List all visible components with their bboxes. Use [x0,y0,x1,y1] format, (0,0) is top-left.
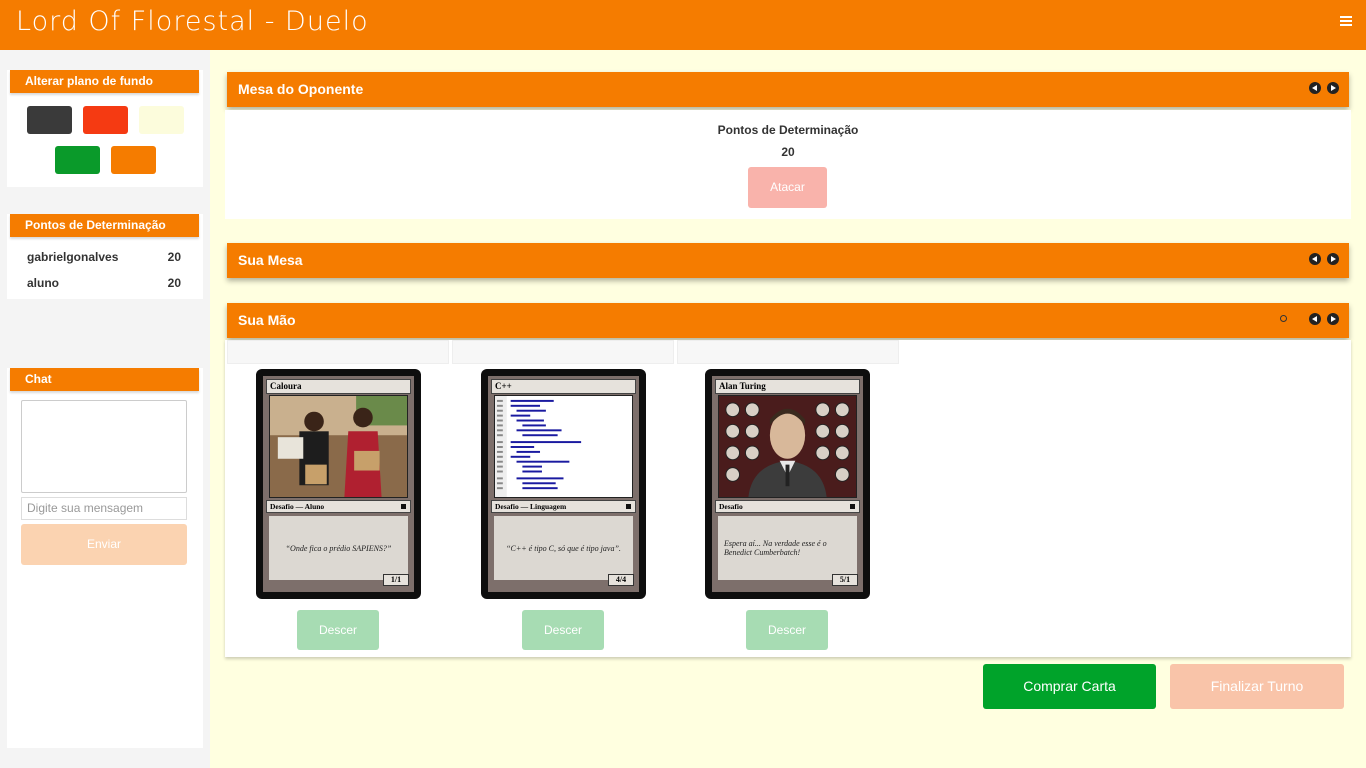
play-card-button[interactable]: Descer [522,610,604,650]
play-card-button[interactable]: Descer [746,610,828,650]
card-slot-header [452,340,674,364]
swatch-red[interactable] [83,106,128,134]
player-points: 20 [167,250,181,264]
prev-arrow-icon[interactable] [1309,82,1321,94]
card-name: C++ [491,379,636,394]
your-table-title: Sua Mesa [238,252,303,268]
play-card-button[interactable]: Descer [297,610,379,650]
opponent-table-header: Mesa do Oponente [227,72,1349,107]
card-text: Espera aí... Na verdade esse é o Benedic… [718,516,857,580]
card-power: 5/1 [832,574,858,586]
your-table-header: Sua Mesa [227,243,1349,278]
card-power: 1/1 [383,574,409,586]
card-type: Desafio — Linguagem [491,500,636,513]
end-turn-button[interactable]: Finalizar Turno [1170,664,1344,709]
card-art-image [494,395,633,498]
card-type: Desafio [715,500,860,513]
player-points: 20 [167,276,181,290]
swatch-orange[interactable] [111,146,156,174]
opponent-table-title: Mesa do Oponente [238,81,364,97]
background-panel-title: Alterar plano de fundo [10,70,199,93]
top-bar: Lord Of Florestal - Duelo [0,0,1366,50]
card-slot-header [677,340,899,364]
chat-panel-title: Chat [10,368,199,391]
opponent-points-value: 20 [781,145,795,159]
attack-button[interactable]: Atacar [748,167,827,208]
player-name: gabrielgonalves [27,250,119,264]
prev-arrow-icon[interactable] [1309,313,1321,325]
chat-messages[interactable] [21,400,187,493]
scores-panel-title: Pontos de Determinação [10,214,199,237]
card-type: Desafio — Aluno [266,500,411,513]
card-text: “Onde fica o prédio SAPIENS?” [269,516,408,580]
background-panel: Alterar plano de fundo [7,70,203,187]
swatch-cream[interactable] [139,106,184,134]
buy-card-button[interactable]: Comprar Carta [983,664,1156,709]
hand-body: Caloura Desafio — Aluno “Onde fica o pré… [225,340,1351,657]
chat-send-button[interactable]: Enviar [21,524,187,565]
card-art-image [718,395,857,498]
card-text: “C++ é tipo C, só que é tipo java”. [494,516,633,580]
sidebar: Alterar plano de fundo Pontos de Determi… [0,50,210,768]
menu-icon[interactable] [1340,16,1352,28]
score-row: aluno 20 [27,276,181,290]
card-art-image [269,395,408,498]
chat-message-input[interactable]: Digite sua mensagem [21,497,187,520]
next-arrow-icon[interactable] [1327,82,1339,94]
scores-panel: Pontos de Determinação gabrielgonalves 2… [7,214,203,299]
card-name: Alan Turing [715,379,860,394]
hand-title: Sua Mão [238,312,296,328]
card-slot-header [227,340,449,364]
swatch-green[interactable] [55,146,100,174]
prev-arrow-icon[interactable] [1309,253,1321,265]
hand-header: Sua Mão [227,303,1349,338]
card-caloura[interactable]: Caloura Desafio — Aluno “Onde fica o pré… [256,369,421,599]
opponent-points-label: Pontos de Determinação [717,123,859,137]
app-title: Lord Of Florestal - Duelo [16,6,369,37]
chat-panel: Chat Digite sua mensagem Enviar [7,368,203,748]
card-cpp[interactable]: C++ Desafio — Linguagem “C++ é tipo C, s… [481,369,646,599]
score-row: gabrielgonalves 20 [27,250,181,264]
card-power: 4/4 [608,574,634,586]
player-name: aluno [27,276,59,290]
circle-icon[interactable] [1280,315,1287,322]
opponent-table-body: Pontos de Determinação 20 Atacar [225,110,1351,219]
next-arrow-icon[interactable] [1327,313,1339,325]
next-arrow-icon[interactable] [1327,253,1339,265]
swatch-dark[interactable] [27,106,72,134]
card-name: Caloura [266,379,411,394]
card-alan-turing[interactable]: Alan Turing Desafio Espera aí... Na verd… [705,369,870,599]
